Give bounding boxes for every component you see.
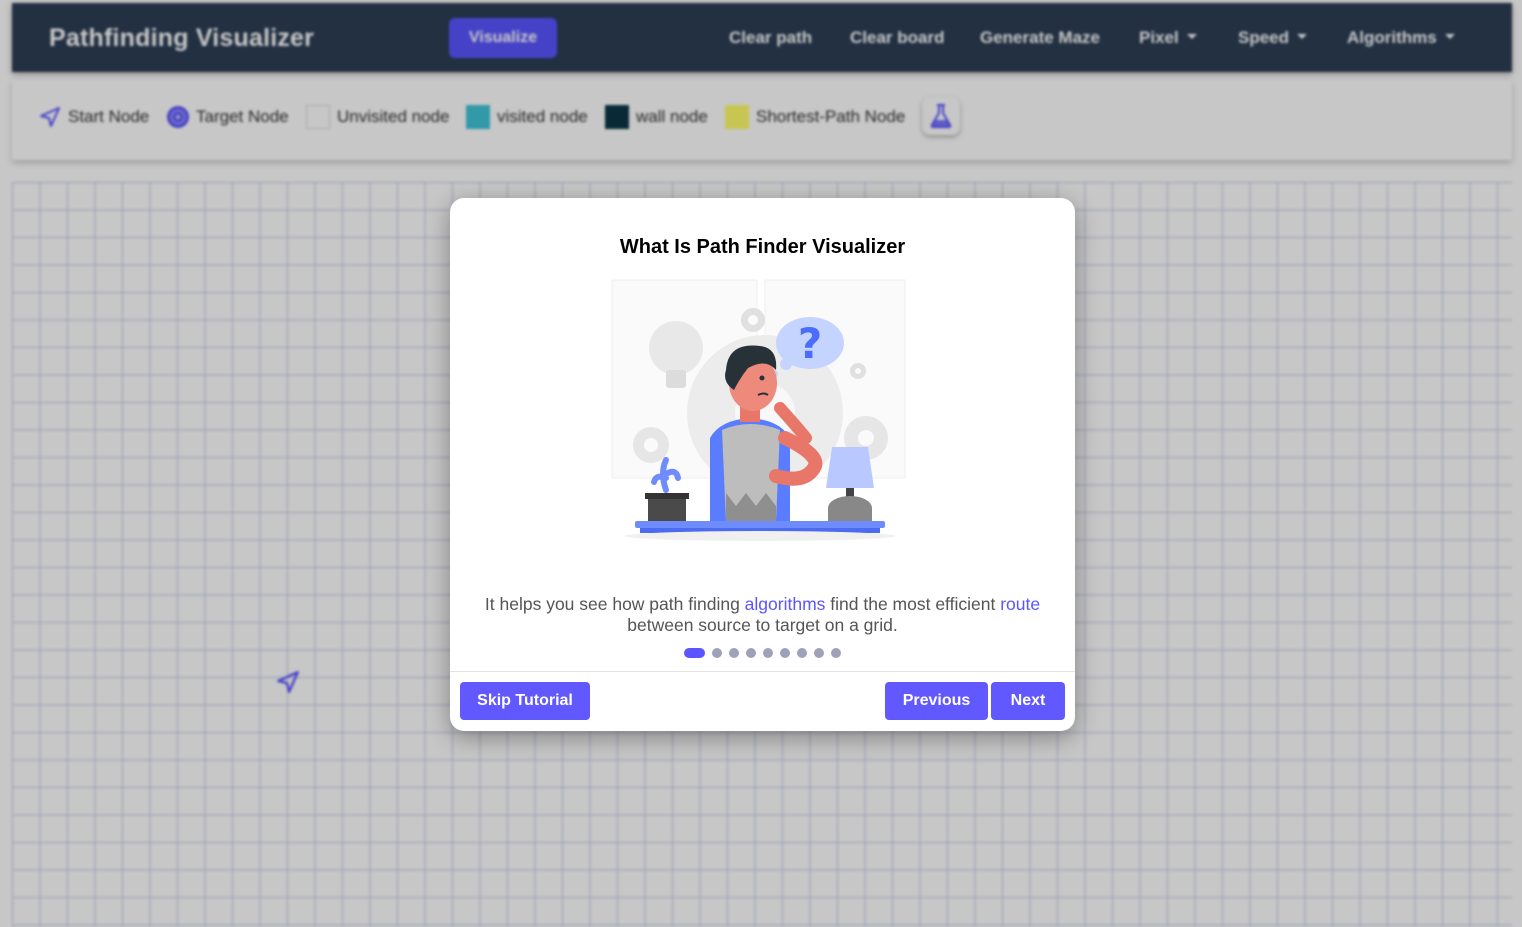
description-highlight-route: route (1000, 594, 1041, 614)
tutorial-modal: What Is Path Finder Visualizer ? It help… (450, 198, 1075, 731)
thinking-person-illustration: ? (611, 279, 906, 541)
description-text-1: It helps you see how path finding (484, 594, 745, 614)
next-button[interactable]: Next (991, 682, 1065, 720)
pagination-dots (450, 648, 1075, 658)
pagination-dot[interactable] (780, 648, 790, 658)
description-text-3: between source to target on a grid. (627, 615, 898, 635)
pagination-dot[interactable] (831, 648, 841, 658)
pagination-dot[interactable] (746, 648, 756, 658)
pagination-dot[interactable] (729, 648, 739, 658)
pagination-dot[interactable] (763, 648, 773, 658)
pagination-dot[interactable] (797, 648, 807, 658)
modal-divider (450, 671, 1075, 672)
description-text-2: find the most efficient (825, 594, 1001, 614)
skip-tutorial-button[interactable]: Skip Tutorial (460, 682, 590, 720)
previous-button[interactable]: Previous (885, 682, 988, 720)
modal-description: It helps you see how path finding algori… (480, 594, 1045, 636)
svg-text:?: ? (798, 319, 822, 368)
modal-title: What Is Path Finder Visualizer (619, 236, 906, 258)
pagination-dot[interactable] (814, 648, 824, 658)
description-highlight-algorithms: algorithms (744, 594, 826, 614)
app: Pathfinding Visualizer Visualize Clear p… (0, 0, 1522, 927)
pagination-dot[interactable] (684, 648, 705, 658)
pagination-dot[interactable] (712, 648, 722, 658)
